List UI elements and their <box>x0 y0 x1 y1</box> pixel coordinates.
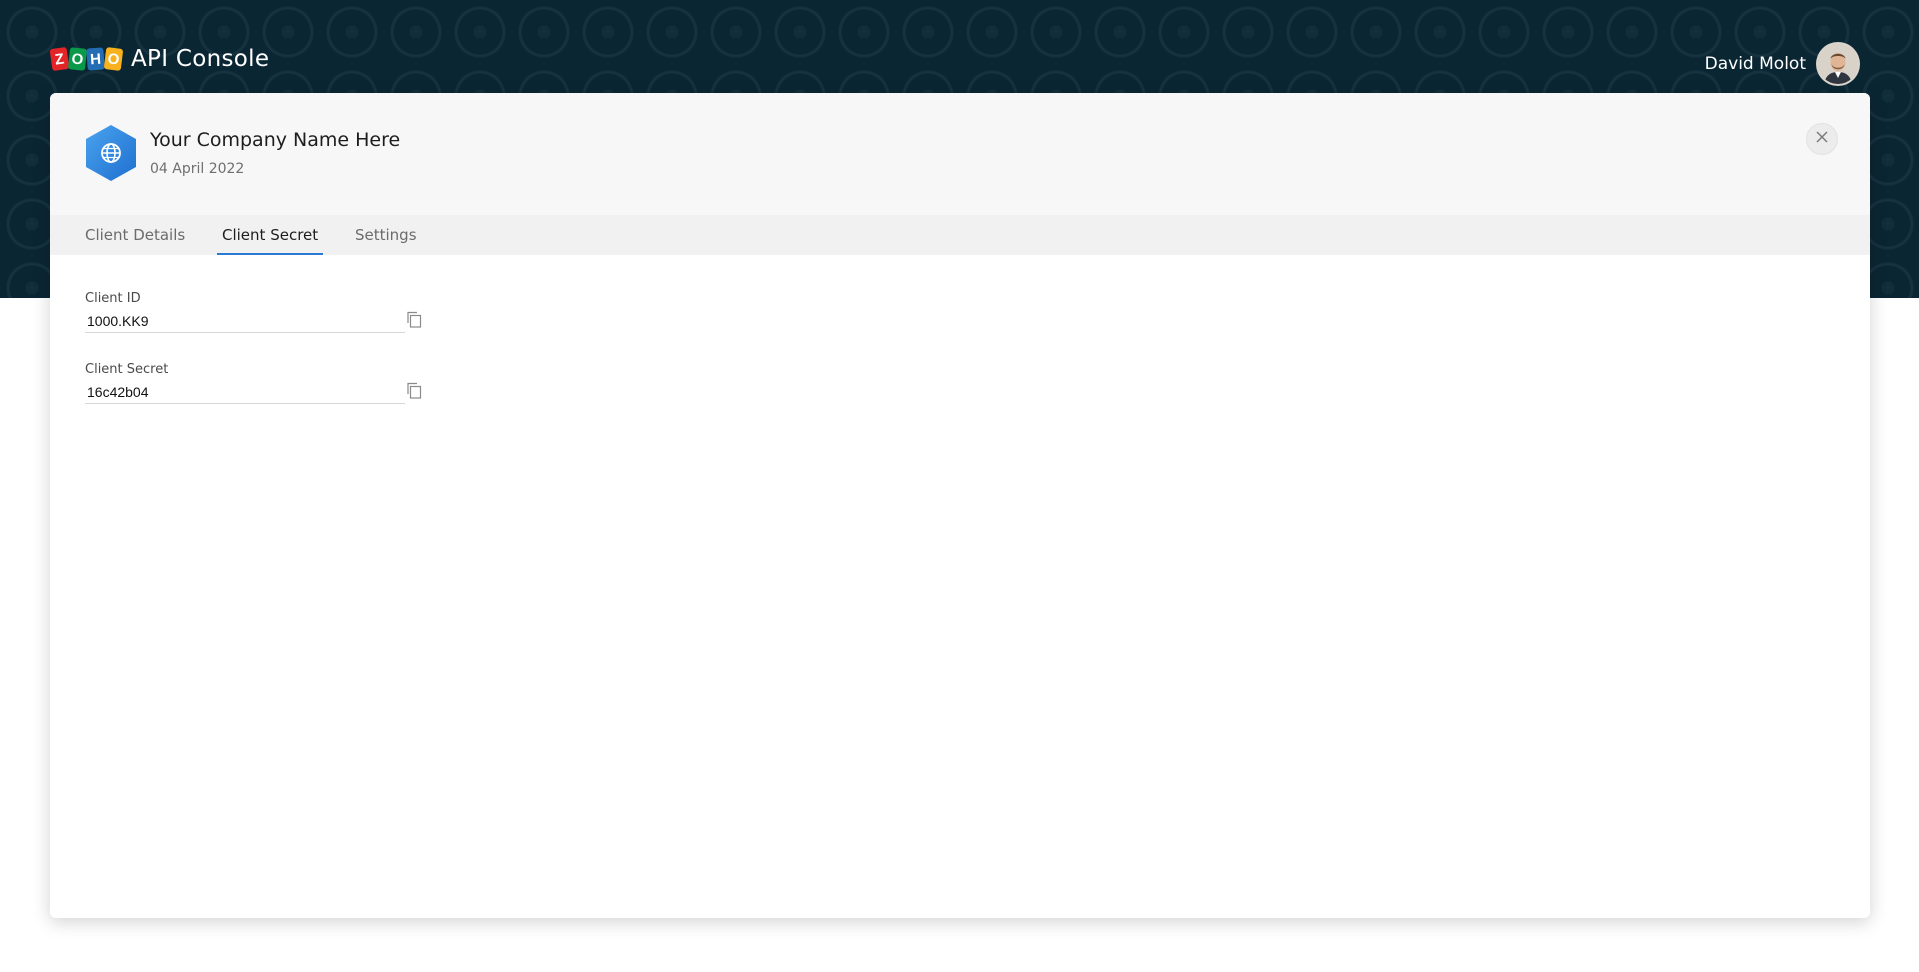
copy-icon[interactable] <box>406 311 422 328</box>
tab-settings[interactable]: Settings <box>355 215 417 255</box>
tab-client-details[interactable]: Client Details <box>85 215 185 255</box>
client-created-date: 04 April 2022 <box>150 161 245 177</box>
tab-bar: Client Details Client Secret Settings <box>50 215 1870 255</box>
tab-client-secret[interactable]: Client Secret <box>216 215 324 255</box>
zoho-logo-mark: Z O H O <box>49 46 124 72</box>
client-name: Your Company Name Here <box>150 129 401 151</box>
top-bar: Z O H O API Console David Molot <box>0 0 1919 92</box>
zoho-logo[interactable]: Z O H O API Console <box>49 46 270 72</box>
globe-icon <box>84 124 138 182</box>
client-header: Your Company Name Here 04 April 2022 <box>50 93 1870 215</box>
client-id-underline <box>85 332 405 333</box>
client-detail-panel: Your Company Name Here 04 April 2022 Cli… <box>50 93 1870 918</box>
client-id-input[interactable] <box>85 311 152 331</box>
client-id-label: Client ID <box>85 291 141 306</box>
avatar[interactable] <box>1816 42 1860 86</box>
client-secret-label: Client Secret <box>85 362 169 377</box>
app-title: API Console <box>131 46 270 72</box>
client-secret-field <box>85 382 405 404</box>
logo-letter-z: Z <box>49 46 70 72</box>
close-button[interactable] <box>1806 123 1838 155</box>
user-menu[interactable]: David Molot <box>1705 42 1860 86</box>
logo-letter-h: H <box>86 47 105 71</box>
client-id-field <box>85 311 405 333</box>
logo-letter-o: O <box>67 47 88 71</box>
logo-letter-o: O <box>103 47 124 71</box>
user-name: David Molot <box>1704 54 1806 74</box>
client-secret-underline <box>85 403 405 404</box>
close-icon <box>1816 130 1828 148</box>
copy-icon[interactable] <box>406 382 422 399</box>
avatar-image <box>1818 44 1858 84</box>
client-secret-input[interactable] <box>85 382 152 402</box>
